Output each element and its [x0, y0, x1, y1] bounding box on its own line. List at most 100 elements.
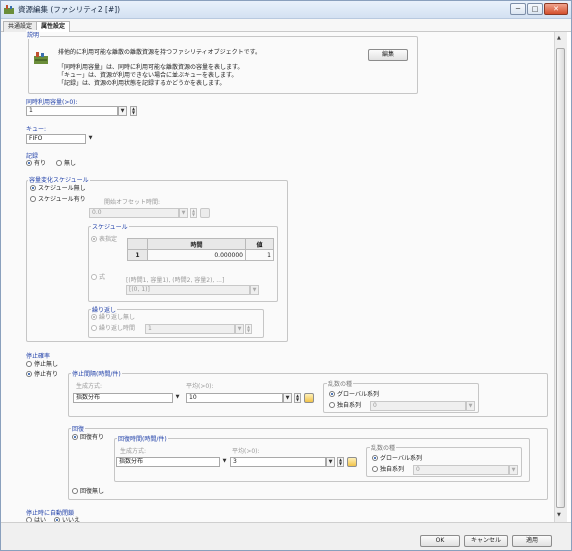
capacity-dropdown-icon[interactable]: ▼ [118, 106, 127, 116]
capacity-label: 同時利用容量(>0): [26, 99, 78, 106]
recovery-time-legend: 回復時間(時間/件) [117, 434, 168, 443]
ok-button[interactable]: OK [420, 535, 460, 547]
table-row[interactable]: 1 0.000000 1 [127, 249, 274, 261]
corner-cell [127, 238, 148, 250]
recovery-method-label: 生成方式: [120, 448, 147, 455]
facility-large-icon [34, 52, 48, 64]
time-cell[interactable]: 0.000000 [147, 249, 246, 261]
description-legend: 説明 [26, 30, 41, 39]
radio-selected-icon [91, 236, 97, 242]
scroll-down-icon[interactable]: ▼ [557, 512, 561, 518]
table-header-row: 時間 値 [127, 238, 274, 250]
maximize-button[interactable]: □ [527, 3, 543, 15]
schedule-none-radio[interactable]: スケジュール無し [30, 185, 86, 193]
offset-python-icon[interactable] [200, 208, 210, 218]
description-line-4: 「記録」は、資源の利用状態を記録するかどうかを表します。 [58, 80, 226, 87]
expr-dropdown-icon[interactable]: ▼ [250, 285, 259, 295]
recovery-method-dropdown-icon[interactable]: ▼ [220, 457, 229, 467]
capacity-spinner[interactable]: ▲ ▼ [130, 106, 137, 116]
repeat-spinner[interactable]: ▲ ▼ [245, 324, 252, 334]
recovery-with-radio[interactable]: 回復有り [72, 434, 104, 442]
schedule-legend: スケジュール [91, 222, 129, 231]
interval-rng-dropdown-icon[interactable]: ▼ [466, 401, 475, 411]
queue-dropdown-icon[interactable]: ▼ [86, 134, 95, 144]
repeat-none-radio[interactable]: 繰り返し無し [91, 314, 135, 322]
failure-none-radio[interactable]: 停止無し [26, 361, 58, 369]
value-cell[interactable]: 1 [245, 249, 274, 261]
record-yes-radio[interactable]: 有り [26, 160, 46, 168]
offset-spinner[interactable]: ▲ ▼ [190, 208, 197, 218]
column-header-value[interactable]: 値 [245, 238, 274, 250]
interval-rng-own-input[interactable]: 0 [370, 401, 466, 411]
radio-selected-icon [72, 434, 78, 440]
expr-input[interactable]: [(0, 1)] [126, 285, 250, 295]
queue-select[interactable]: FIFO [26, 134, 86, 144]
repeat-time-radio[interactable]: 繰り返し時間 [91, 325, 135, 333]
recovery-method-select[interactable]: 指数分布 [116, 457, 220, 467]
window-title: 資源編集 (ファシリティ2 [#]) [18, 5, 121, 14]
radio-empty-icon [91, 274, 97, 280]
row-index: 1 [127, 249, 148, 261]
tab-bar [1, 19, 571, 32]
recovery-rng-global-radio[interactable]: グローバル系列 [372, 455, 422, 463]
interval-method-label: 生成方式: [76, 383, 103, 390]
recovery-rng-dropdown-icon[interactable]: ▼ [509, 465, 518, 475]
capacity-input[interactable]: 1 [26, 106, 118, 116]
radio-selected-icon [30, 185, 36, 191]
interval-rng-global-radio[interactable]: グローバル系列 [329, 391, 379, 399]
record-no-radio[interactable]: 無し [56, 160, 76, 168]
radio-empty-icon [91, 325, 97, 331]
record-label: 記録 [26, 153, 39, 160]
interval-rng-own-radio[interactable]: 独自系列 [329, 402, 361, 410]
interval-mean-dropdown-icon[interactable]: ▼ [283, 393, 292, 403]
failure-with-radio[interactable]: 停止有り [26, 371, 58, 379]
expr-hint: [(時間1, 容量1), (時間2, 容量2), ...] [126, 277, 225, 284]
minimize-button[interactable]: ─ [510, 3, 526, 15]
recovery-rng-own-radio[interactable]: 独自系列 [372, 466, 404, 474]
radio-selected-icon [26, 160, 32, 166]
interval-python-icon[interactable] [304, 393, 314, 403]
scroll-up-icon[interactable]: ▲ [557, 35, 561, 41]
radio-selected-icon [26, 371, 32, 377]
schedule-expr-radio[interactable]: 式 [91, 274, 105, 282]
close-button[interactable]: ✕ [544, 3, 568, 15]
interval-legend: 停止間隔(時間/件) [71, 369, 122, 378]
repeat-time-input[interactable]: 1 [145, 324, 235, 334]
failure-legend: 停止確率 [26, 353, 51, 360]
column-header-time[interactable]: 時間 [147, 238, 246, 250]
apply-button[interactable]: 適用 [512, 535, 552, 547]
recovery-mean-spinner[interactable]: ▲ ▼ [337, 457, 344, 467]
schedule-table-radio[interactable]: 表指定 [91, 236, 117, 244]
interval-method-dropdown-icon[interactable]: ▼ [173, 393, 182, 403]
recovery-rng-own-input[interactable]: 0 [413, 465, 509, 475]
interval-mean-spinner[interactable]: ▲ ▼ [294, 393, 301, 403]
recovery-mean-input[interactable]: 3 [230, 457, 326, 467]
offset-input[interactable]: 0.0 [89, 208, 179, 218]
offset-dropdown-icon[interactable]: ▼ [179, 208, 188, 218]
interval-mean-label: 平均(>0): [186, 383, 214, 390]
interval-mean-input[interactable]: 10 [186, 393, 283, 403]
cancel-button[interactable]: キャンセル [464, 535, 508, 547]
radio-empty-icon [329, 402, 335, 408]
schedule-table[interactable]: 時間 値 1 0.000000 1 [127, 238, 274, 261]
recovery-mean-dropdown-icon[interactable]: ▼ [326, 457, 335, 467]
edit-button[interactable]: 編集 [368, 49, 408, 61]
radio-empty-icon [72, 488, 78, 494]
radio-selected-icon [91, 314, 97, 320]
schedule-with-radio[interactable]: スケジュール有り [30, 196, 86, 204]
radio-empty-icon [372, 466, 378, 472]
recovery-without-radio[interactable]: 回復無し [72, 488, 104, 496]
radio-empty-icon [26, 361, 32, 367]
repeat-legend: 繰り返し [91, 305, 118, 314]
repeat-dropdown-icon[interactable]: ▼ [235, 324, 244, 334]
recovery-rng-legend: 乱数の種 [370, 443, 397, 452]
radio-empty-icon [30, 196, 36, 202]
interval-rng-legend: 乱数の種 [327, 379, 354, 388]
capacity-schedule-legend: 容量変化スケジュール [28, 175, 90, 184]
scrollbar-thumb[interactable] [556, 48, 565, 508]
recovery-python-icon[interactable] [347, 457, 357, 467]
offset-label: 開始オフセット時間: [104, 199, 161, 206]
description-line-1: 排他的に利用可能な離散の離散資源を持つファシリティオブジェクトです。 [58, 49, 262, 56]
auto-close-label: 停止時に自動閉鎖 [26, 510, 75, 517]
interval-method-select[interactable]: 指数分布 [73, 393, 173, 403]
